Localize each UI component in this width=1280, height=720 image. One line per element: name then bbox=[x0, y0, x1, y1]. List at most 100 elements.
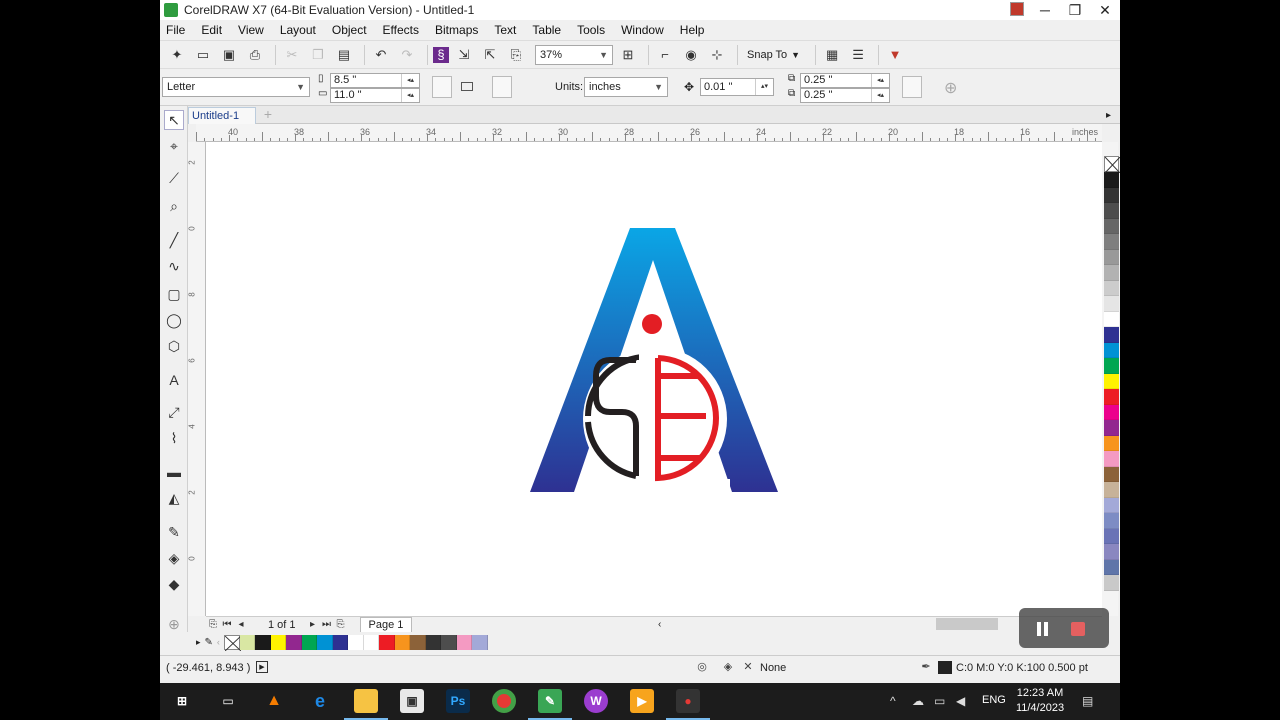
palette-swatch[interactable] bbox=[1104, 234, 1119, 250]
document-palette-swatch[interactable] bbox=[286, 634, 302, 650]
palette-swatch[interactable] bbox=[1104, 280, 1119, 296]
palette-swatch[interactable] bbox=[1104, 249, 1119, 265]
palette-swatch[interactable] bbox=[1104, 420, 1119, 436]
document-palette-swatch[interactable] bbox=[332, 634, 349, 650]
outline-pen-icon[interactable]: ✒ bbox=[918, 660, 934, 675]
palette-flyout-arrow-icon[interactable]: ▸ bbox=[1106, 110, 1111, 121]
landscape-icon[interactable] bbox=[458, 76, 478, 98]
no-color-swatch[interactable] bbox=[223, 634, 242, 651]
document-palette-swatch[interactable] bbox=[394, 634, 411, 650]
full-screen-preview-icon[interactable]: ⊞ bbox=[617, 44, 639, 66]
spinner-arrows-icon[interactable]: ◂▴ bbox=[871, 89, 889, 102]
export-icon[interactable]: ⇱ bbox=[479, 44, 501, 66]
spinner-arrows-icon[interactable]: ◂▴ bbox=[401, 74, 419, 87]
redo-icon[interactable]: ↷ bbox=[396, 44, 418, 66]
palette-swatch[interactable] bbox=[1104, 311, 1119, 327]
show-rulers-icon[interactable]: ⌐ bbox=[654, 44, 676, 66]
palette-swatch[interactable] bbox=[1104, 373, 1119, 389]
zoom-level-select[interactable]: 37% ▼ bbox=[535, 44, 613, 65]
spinner-arrows-icon[interactable]: ◂▴ bbox=[401, 89, 419, 102]
menu-table[interactable]: Table bbox=[532, 23, 561, 37]
menu-edit[interactable]: Edit bbox=[201, 23, 222, 37]
document-color-settings-icon[interactable]: ◎ bbox=[694, 660, 710, 675]
show-grid-icon[interactable]: ◉ bbox=[680, 44, 702, 66]
menu-help[interactable]: Help bbox=[680, 23, 705, 37]
document-palette-swatch[interactable] bbox=[317, 634, 333, 650]
palette-collapse-icon[interactable]: ‹ bbox=[217, 637, 220, 647]
media-player-icon[interactable]: ▶ bbox=[630, 689, 654, 713]
palette-swatch[interactable] bbox=[1104, 327, 1119, 343]
network-icon[interactable]: ▭ bbox=[934, 694, 945, 708]
menu-object[interactable]: Object bbox=[332, 23, 367, 37]
close-button[interactable]: ✕ bbox=[1090, 0, 1120, 20]
palette-swatch[interactable] bbox=[1104, 482, 1119, 498]
smart-fill-tool-icon[interactable]: ◆ bbox=[164, 574, 184, 594]
document-palette-swatch[interactable] bbox=[270, 634, 287, 650]
palette-swatch[interactable] bbox=[1104, 187, 1119, 203]
page-width-field[interactable]: 8.5 " ◂▴ bbox=[330, 73, 420, 88]
palette-swatch[interactable] bbox=[1104, 404, 1119, 420]
document-palette-swatch[interactable] bbox=[255, 634, 271, 650]
palette-swatch[interactable] bbox=[1104, 389, 1119, 405]
spinner-arrows-icon[interactable]: ◂▴ bbox=[871, 74, 889, 87]
document-palette-swatch[interactable] bbox=[441, 634, 457, 650]
palette-swatch[interactable] bbox=[1104, 466, 1119, 482]
stop-record-icon[interactable] bbox=[1071, 622, 1085, 636]
current-page-icon[interactable] bbox=[518, 76, 538, 98]
palette-swatch[interactable] bbox=[1104, 358, 1119, 374]
palette-swatch[interactable] bbox=[1104, 559, 1119, 575]
add-page-icon[interactable]: ⎘ bbox=[334, 619, 348, 630]
document-palette-swatch[interactable] bbox=[425, 634, 442, 650]
play-icon[interactable]: ▶ bbox=[256, 661, 268, 673]
rectangle-tool-icon[interactable]: ▢ bbox=[164, 284, 184, 304]
chevron-down-icon[interactable]: ▼ bbox=[791, 50, 800, 60]
interactive-fill-tool-icon[interactable]: ◈ bbox=[164, 548, 184, 568]
palette-swatch[interactable] bbox=[1104, 265, 1119, 281]
last-page-icon[interactable]: ⏭ bbox=[320, 619, 334, 630]
document-palette-swatch[interactable] bbox=[472, 634, 488, 650]
page-height-field[interactable]: 11.0 " ◂▴ bbox=[330, 88, 420, 103]
add-icon[interactable]: ⊕ bbox=[944, 78, 957, 98]
units-select[interactable]: inches ▼ bbox=[584, 77, 668, 97]
polygon-tool-icon[interactable]: ⬡ bbox=[164, 336, 184, 356]
undo-icon[interactable]: ↶ bbox=[370, 44, 392, 66]
palette-swatch[interactable] bbox=[1104, 342, 1119, 358]
no-color-swatch[interactable] bbox=[1104, 156, 1120, 174]
vertical-ruler[interactable]: 2 0 8 6 4 2 0 bbox=[188, 142, 206, 616]
edge-icon[interactable]: e bbox=[308, 689, 332, 713]
all-pages-icon[interactable] bbox=[492, 76, 512, 98]
application-launcher-icon[interactable]: ▼ bbox=[884, 44, 906, 66]
transparency-tool-icon[interactable]: ◭ bbox=[164, 488, 184, 508]
nudge-distance-field[interactable]: 0.01 " ▴▾ bbox=[700, 78, 774, 96]
pick-tool-icon[interactable]: ↖ bbox=[164, 110, 184, 130]
next-page-icon[interactable]: ▸ bbox=[306, 619, 320, 630]
store-icon[interactable]: ▣ bbox=[400, 689, 424, 713]
user-account-icon[interactable] bbox=[1010, 2, 1024, 16]
palette-swatch[interactable] bbox=[1104, 172, 1119, 188]
horizontal-ruler[interactable]: 40 38 36 34 32 30 28 26 24 22 20 18 16 i… bbox=[196, 124, 1102, 142]
file-explorer-icon[interactable] bbox=[354, 689, 378, 713]
horizontal-scrollbar-thumb[interactable] bbox=[936, 618, 998, 630]
document-tab[interactable]: Untitled-1 bbox=[188, 107, 256, 124]
minimize-button[interactable]: ─ bbox=[1030, 0, 1060, 20]
palette-swatch[interactable] bbox=[1104, 497, 1119, 513]
welcome-screen-icon[interactable]: ▦ bbox=[821, 44, 843, 66]
document-palette-swatch[interactable] bbox=[363, 634, 380, 650]
crop-tool-icon[interactable]: ⟋ bbox=[164, 168, 184, 188]
chrome-icon[interactable] bbox=[492, 689, 516, 713]
document-palette-swatch[interactable] bbox=[456, 634, 473, 650]
menu-tools[interactable]: Tools bbox=[577, 23, 605, 37]
vlc-icon[interactable]: ▲ bbox=[262, 689, 286, 713]
pause-icon[interactable] bbox=[1036, 622, 1050, 636]
page-tab[interactable]: Page 1 bbox=[359, 617, 413, 632]
options-icon[interactable]: ☰ bbox=[847, 44, 869, 66]
duplicate-distance-y-field[interactable]: 0.25 " ◂▴ bbox=[800, 88, 890, 103]
page-options-icon[interactable]: ⎘ bbox=[206, 619, 220, 630]
document-palette-swatch[interactable] bbox=[348, 634, 364, 650]
paste-icon[interactable]: ▤ bbox=[333, 44, 355, 66]
copy-icon[interactable]: ❐ bbox=[307, 44, 329, 66]
color-eyedropper-tool-icon[interactable]: ✎ bbox=[164, 522, 184, 542]
red-dot[interactable] bbox=[642, 314, 662, 334]
save-icon[interactable]: ▣ bbox=[218, 44, 240, 66]
start-icon[interactable]: ⊞ bbox=[170, 689, 194, 713]
